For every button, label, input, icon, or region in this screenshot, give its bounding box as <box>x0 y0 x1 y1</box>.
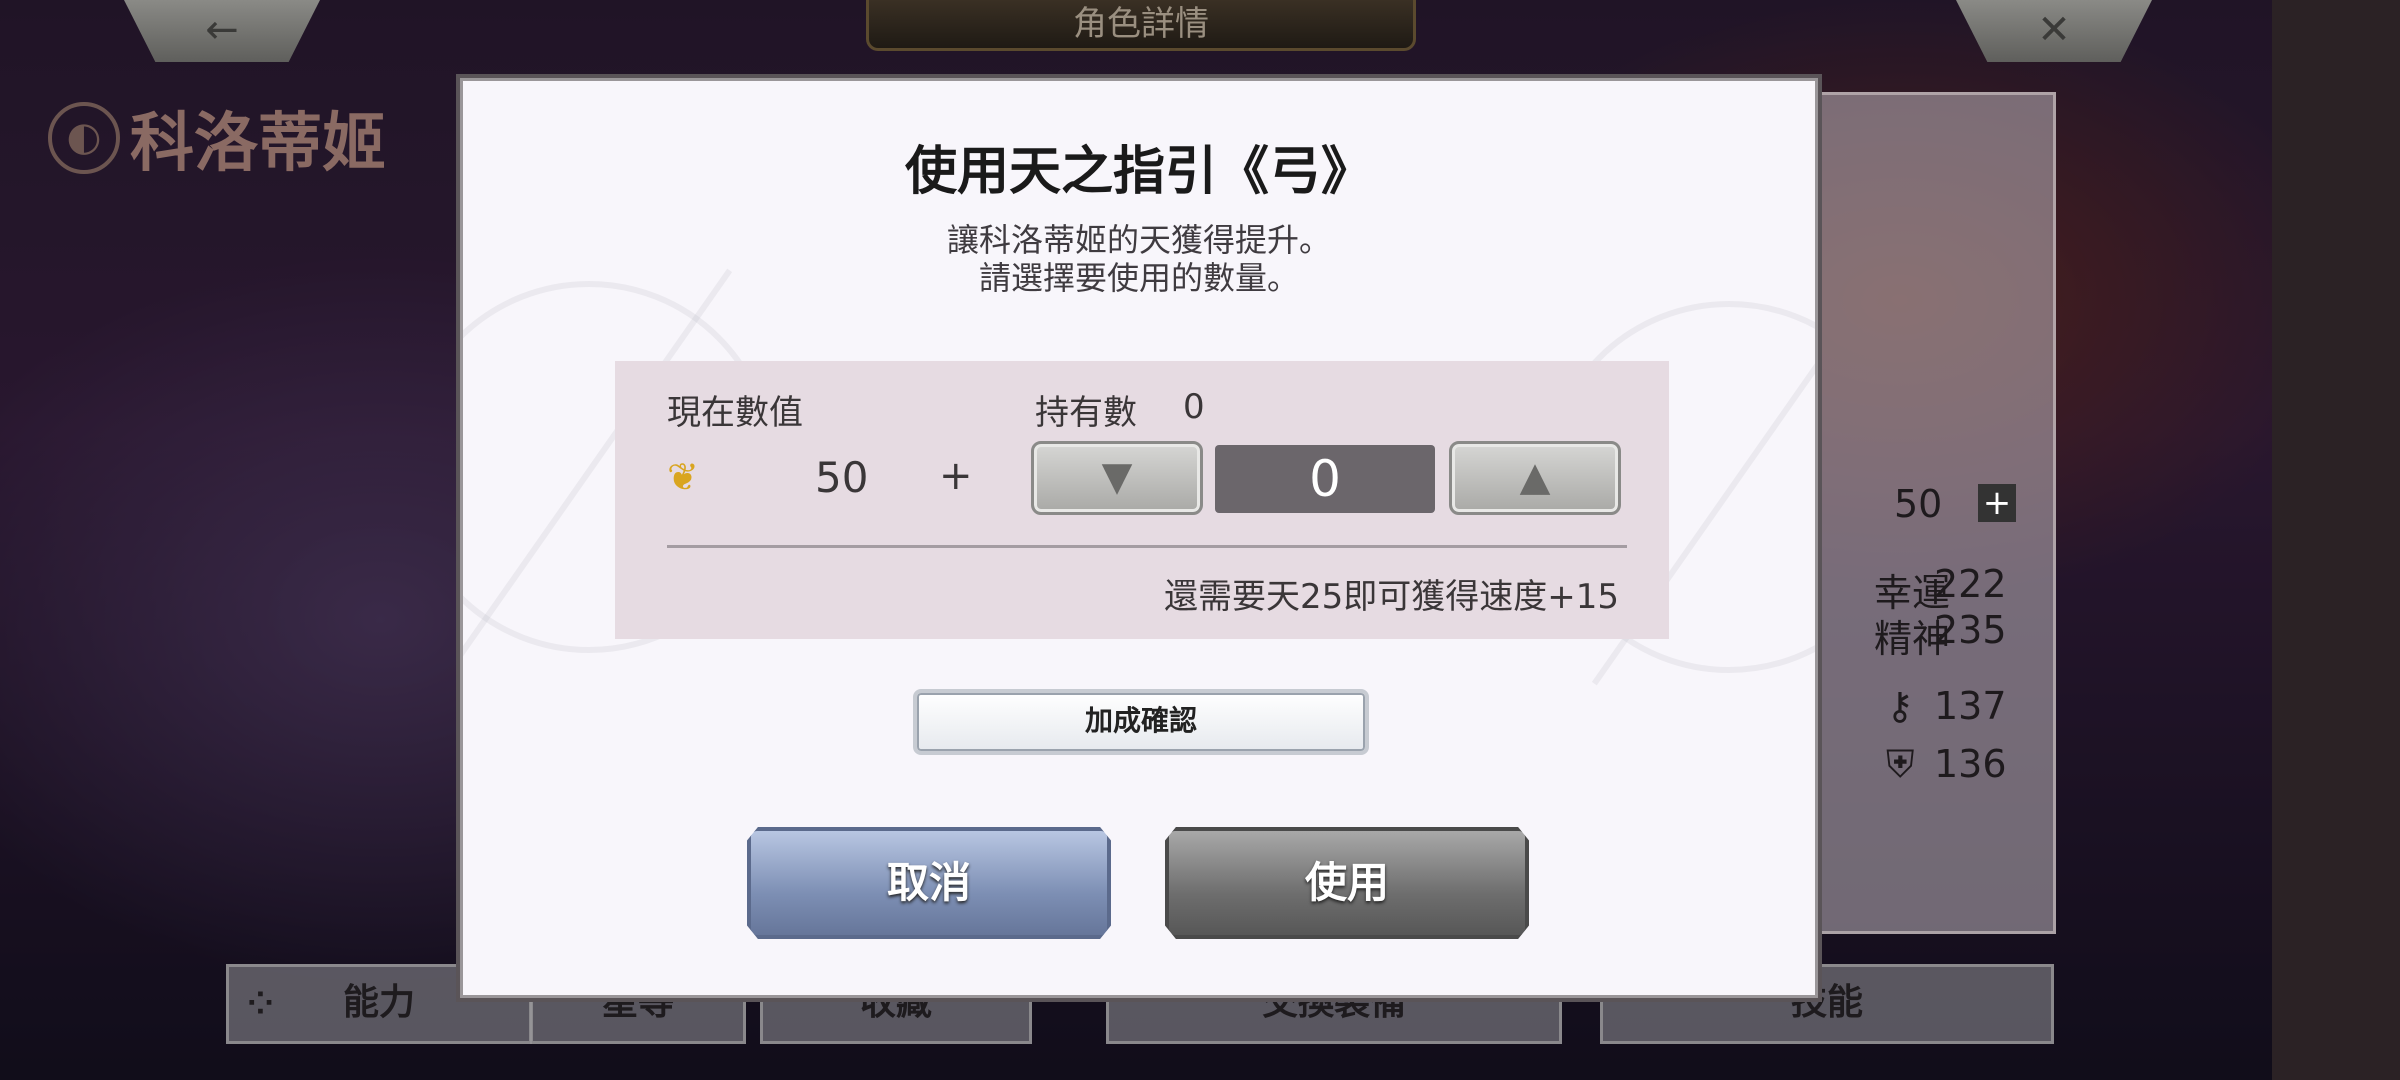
key-icon: ⚷ <box>1886 684 1914 728</box>
quantity-panel: 現在數值 持有數 0 ❦ 50 + ▼ 0 ▲ 還需要天25即可獲得速度+15 <box>615 361 1669 639</box>
current-value-label: 現在數值 <box>667 393 803 433</box>
cancel-button[interactable]: 取消 <box>747 827 1111 939</box>
dialog-description: 讓科洛蒂姬的天獲得提升。 請選擇要使用的數量。 <box>463 221 1815 297</box>
owned-count-label: 持有數 <box>1035 393 1137 433</box>
side-stat-value: 50 <box>1894 482 1943 526</box>
back-button[interactable]: ← <box>124 0 320 62</box>
triangle-up-icon: ▲ <box>1519 454 1551 500</box>
panel-divider <box>667 545 1627 548</box>
requirement-text: 還需要天25即可獲得速度+15 <box>1163 577 1619 617</box>
owned-count: 0 <box>1183 387 1205 427</box>
use-item-dialog: 使用天之指引《弓》 讓科洛蒂姬的天獲得提升。 請選擇要使用的數量。 現在數值 持… <box>460 78 1818 998</box>
use-button[interactable]: 使用 <box>1165 827 1529 939</box>
close-icon: ✕ <box>2037 7 2071 53</box>
description-line-2: 請選擇要使用的數量。 <box>978 259 1299 297</box>
spirit-value: 235 <box>1934 608 2007 652</box>
close-button[interactable]: ✕ <box>1956 0 2152 62</box>
increase-button[interactable]: ▲ <box>1449 441 1621 515</box>
back-arrow-icon: ← <box>205 7 239 53</box>
character-name: 科洛蒂姬 <box>130 106 386 181</box>
add-stat-icon[interactable]: + <box>1978 484 2016 522</box>
character-name-banner: ◐ 科洛蒂姬 <box>48 92 386 184</box>
quantity-display: 0 <box>1215 445 1435 513</box>
shield-stat-value: 136 <box>1934 742 2007 786</box>
bonus-confirm-button[interactable]: 加成確認 <box>913 689 1369 755</box>
decrease-button[interactable]: ▼ <box>1031 441 1203 515</box>
key-stat-value: 137 <box>1934 684 2007 728</box>
shield-icon: ⛨ <box>1886 742 1915 786</box>
element-emblem-icon: ◐ <box>48 102 120 174</box>
triangle-down-icon: ▼ <box>1101 454 1133 500</box>
luck-value: 222 <box>1934 562 2007 606</box>
grid-icon: ⁘ <box>247 984 274 1022</box>
wing-icon: ❦ <box>667 455 699 499</box>
dialog-title: 使用天之指引《弓》 <box>904 141 1373 202</box>
screen-edge <box>2272 0 2400 1080</box>
description-line-1: 讓科洛蒂姬的天獲得提升。 <box>946 221 1331 259</box>
plus-sign: + <box>939 453 973 499</box>
current-value: 50 <box>815 453 869 502</box>
screen-title: 角色詳情 <box>866 0 1416 51</box>
